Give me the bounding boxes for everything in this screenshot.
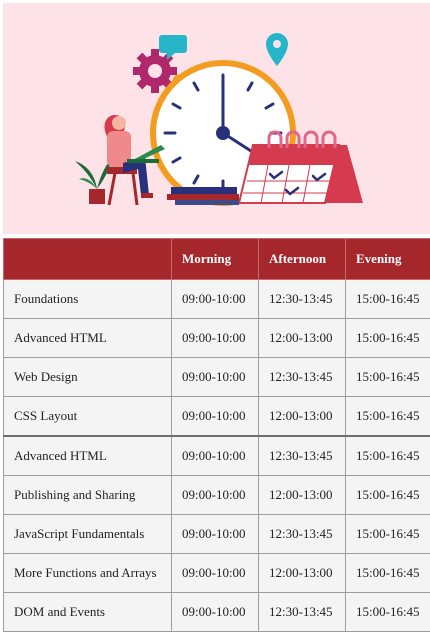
table-row: Publishing and Sharing 09:00-10:00 12:00… [3, 475, 430, 515]
evening-time-cell: 15:00-16:45 [345, 279, 430, 319]
evening-time-cell: 15:00-16:45 [345, 514, 430, 554]
chat-bubble-icon [159, 35, 187, 60]
evening-time-cell: 15:00-16:45 [345, 357, 430, 397]
course-name-cell: CSS Layout [3, 396, 172, 437]
schedule-table: Morning Afternoon Evening Foundations 09… [3, 238, 430, 632]
morning-time-cell: 09:00-10:00 [171, 357, 259, 397]
course-name-cell: Foundations [3, 279, 172, 319]
course-name-cell: DOM and Events [3, 592, 172, 632]
afternoon-time-cell: 12:00-13:00 [258, 318, 346, 358]
course-name-cell: JavaScript Fundamentals [3, 514, 172, 554]
table-row: Foundations 09:00-10:00 12:30-13:45 15:0… [3, 279, 430, 319]
morning-time-cell: 09:00-10:00 [171, 435, 259, 476]
course-name-cell: More Functions and Arrays [3, 553, 172, 593]
morning-time-cell: 09:00-10:00 [171, 553, 259, 593]
afternoon-time-cell: 12:30-13:45 [258, 435, 346, 476]
morning-time-cell: 09:00-10:00 [171, 396, 259, 437]
morning-time-cell: 09:00-10:00 [171, 279, 259, 319]
table-row: More Functions and Arrays 09:00-10:00 12… [3, 553, 430, 593]
evening-time-cell: 15:00-16:45 [345, 592, 430, 632]
location-pin-icon [266, 33, 288, 66]
books-icon [167, 187, 239, 205]
column-header-course [3, 238, 172, 280]
table-row: DOM and Events 09:00-10:00 12:30-13:45 1… [3, 592, 430, 632]
evening-time-cell: 15:00-16:45 [345, 396, 430, 437]
table-header-row: Morning Afternoon Evening [3, 238, 430, 280]
table-row: JavaScript Fundamentals 09:00-10:00 12:3… [3, 514, 430, 554]
course-name-cell: Publishing and Sharing [3, 475, 172, 515]
evening-time-cell: 15:00-16:45 [345, 475, 430, 515]
table-row: CSS Layout 09:00-10:00 12:00-13:00 15:00… [3, 396, 430, 437]
afternoon-time-cell: 12:00-13:00 [258, 396, 346, 437]
table-row: Web Design 09:00-10:00 12:30-13:45 15:00… [3, 357, 430, 397]
column-header-afternoon: Afternoon [258, 238, 346, 280]
column-header-morning: Morning [171, 238, 259, 280]
course-name-cell: Web Design [3, 357, 172, 397]
hero-illustration [3, 3, 430, 234]
evening-time-cell: 15:00-16:45 [345, 435, 430, 476]
evening-time-cell: 15:00-16:45 [345, 553, 430, 593]
afternoon-time-cell: 12:30-13:45 [258, 357, 346, 397]
afternoon-time-cell: 12:30-13:45 [258, 279, 346, 319]
afternoon-time-cell: 12:30-13:45 [258, 514, 346, 554]
course-name-cell: Advanced HTML [3, 435, 172, 476]
morning-time-cell: 09:00-10:00 [171, 318, 259, 358]
table-row: Advanced HTML 09:00-10:00 12:00-13:00 15… [3, 318, 430, 358]
morning-time-cell: 09:00-10:00 [171, 514, 259, 554]
column-header-evening: Evening [345, 238, 430, 280]
plant-icon [75, 157, 113, 204]
morning-time-cell: 09:00-10:00 [171, 475, 259, 515]
evening-time-cell: 15:00-16:45 [345, 318, 430, 358]
afternoon-time-cell: 12:30-13:45 [258, 592, 346, 632]
afternoon-time-cell: 12:00-13:00 [258, 475, 346, 515]
schedule-illustration [75, 33, 363, 206]
table-row: Advanced HTML 09:00-10:00 12:30-13:45 15… [3, 435, 430, 476]
course-name-cell: Advanced HTML [3, 318, 172, 358]
afternoon-time-cell: 12:00-13:00 [258, 553, 346, 593]
morning-time-cell: 09:00-10:00 [171, 592, 259, 632]
